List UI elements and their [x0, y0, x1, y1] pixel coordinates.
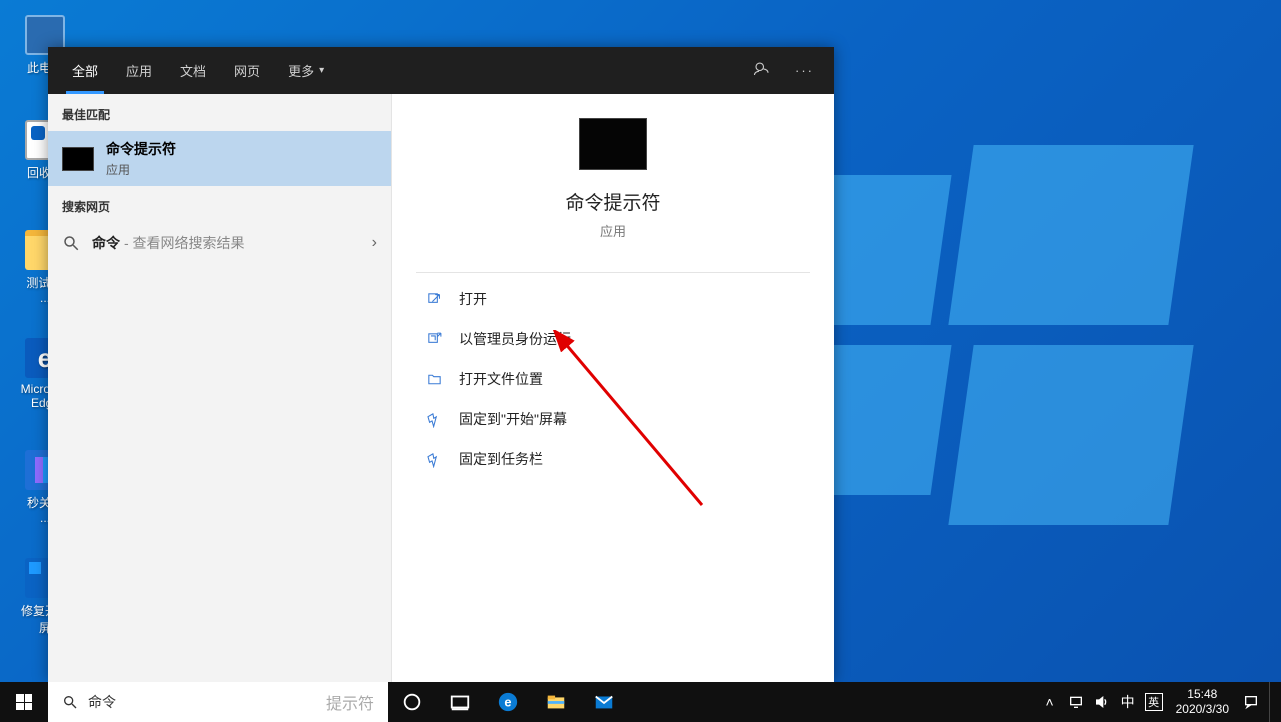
- taskbar-taskview[interactable]: [436, 682, 484, 722]
- search-results-list: 最佳匹配 命令提示符 应用 搜索网页 命令- 查看网络搜索结果 ›: [48, 94, 391, 682]
- preview-app-icon: [579, 118, 647, 170]
- search-icon: [62, 694, 78, 710]
- tray-network-icon[interactable]: [1064, 682, 1088, 722]
- folder-location-icon: [426, 371, 443, 388]
- divider: [416, 272, 810, 273]
- tab-more[interactable]: 更多: [274, 47, 338, 94]
- taskbar-app-mail[interactable]: [580, 682, 628, 722]
- action-label: 固定到"开始"屏幕: [459, 409, 567, 429]
- chevron-right-icon: ›: [372, 234, 377, 252]
- tray-ime-secondary[interactable]: 英: [1142, 682, 1166, 722]
- web-desc: - 查看网络搜索结果: [124, 235, 245, 251]
- search-icon: [62, 234, 80, 252]
- mail-icon: [593, 691, 615, 713]
- tab-web[interactable]: 网页: [220, 47, 274, 94]
- tab-apps[interactable]: 应用: [112, 47, 166, 94]
- shield-admin-icon: [426, 331, 443, 348]
- search-ghost-text: 提示符: [326, 690, 374, 714]
- tab-docs[interactable]: 文档: [166, 47, 220, 94]
- preview-app-subtitle: 应用: [600, 221, 626, 240]
- taskbar-app-explorer[interactable]: [532, 682, 580, 722]
- web-term: 命令: [92, 235, 120, 251]
- feedback-icon[interactable]: [753, 60, 771, 81]
- result-subtitle: 应用: [106, 161, 176, 178]
- taskbar-search-box[interactable]: 提示符: [48, 682, 388, 722]
- action-pin-taskbar[interactable]: 固定到任务栏: [392, 439, 834, 479]
- tray-chevron-up-icon[interactable]: ˄: [1038, 682, 1062, 722]
- web-result[interactable]: 命令- 查看网络搜索结果 ›: [48, 223, 391, 263]
- action-label: 打开: [459, 289, 487, 309]
- preview-app-title: 命令提示符: [565, 188, 660, 215]
- more-options-icon[interactable]: ···: [795, 63, 814, 78]
- open-icon: [426, 291, 443, 308]
- action-label: 打开文件位置: [459, 369, 543, 389]
- section-best-match: 最佳匹配: [48, 94, 391, 131]
- tray-clock[interactable]: 15:48 2020/3/30: [1168, 687, 1237, 717]
- tray-action-center-icon[interactable]: [1239, 682, 1263, 722]
- taskbar: 提示符 e ˄ 中 英 15:48 2020/3/30: [0, 682, 1281, 722]
- cmd-icon: [62, 147, 94, 171]
- clock-date: 2020/3/30: [1176, 702, 1229, 717]
- action-open-file-location[interactable]: 打开文件位置: [392, 359, 834, 399]
- action-open[interactable]: 打开: [392, 279, 834, 319]
- tray-ime-primary[interactable]: 中: [1116, 682, 1140, 722]
- search-panel-tabs-bar: 全部 应用 文档 网页 更多 ···: [48, 47, 834, 94]
- taskbar-search-input[interactable]: [88, 694, 322, 710]
- action-label: 固定到任务栏: [459, 449, 543, 469]
- svg-text:e: e: [504, 695, 511, 710]
- windows-logo-icon: [16, 694, 32, 710]
- tray-volume-icon[interactable]: [1090, 682, 1114, 722]
- action-run-as-admin[interactable]: 以管理员身份运行: [392, 319, 834, 359]
- file-explorer-icon: [545, 691, 567, 713]
- result-title: 命令提示符: [106, 139, 176, 159]
- section-search-web: 搜索网页: [48, 186, 391, 223]
- cortana-icon: [401, 691, 423, 713]
- search-preview-panel: 命令提示符 应用 打开 以管理员身份运行 打开文件位置 固定: [391, 94, 834, 682]
- tab-all[interactable]: 全部: [58, 47, 112, 94]
- start-search-panel: 全部 应用 文档 网页 更多 ··· 最佳匹配 命令提示符 应用 搜索网页: [48, 47, 834, 682]
- show-desktop-button[interactable]: [1269, 682, 1275, 722]
- taskbar-app-edge[interactable]: e: [484, 682, 532, 722]
- clock-time: 15:48: [1176, 687, 1229, 702]
- task-view-icon: [449, 691, 471, 713]
- action-label: 以管理员身份运行: [459, 329, 571, 349]
- pin-start-icon: [426, 411, 443, 428]
- result-item-cmd[interactable]: 命令提示符 应用: [48, 131, 391, 186]
- action-pin-start[interactable]: 固定到"开始"屏幕: [392, 399, 834, 439]
- taskbar-cortana[interactable]: [388, 682, 436, 722]
- edge-icon: e: [497, 691, 519, 713]
- pin-taskbar-icon: [426, 451, 443, 468]
- start-button[interactable]: [0, 682, 48, 722]
